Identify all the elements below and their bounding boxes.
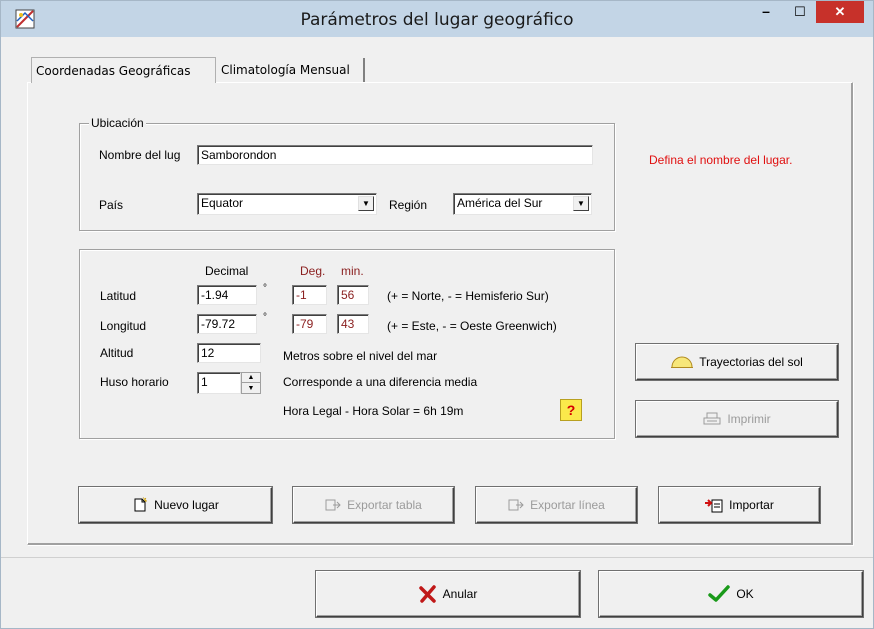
title-bar[interactable]: Parámetros del lugar geográfico – ☐ ✕ [1, 1, 873, 37]
printer-icon [703, 412, 721, 425]
imprimir-label: Imprimir [727, 412, 771, 426]
close-button[interactable]: ✕ [816, 1, 864, 23]
altitud-note: Metros sobre el nivel del mar [283, 349, 438, 363]
exportar-linea-button[interactable]: Exportar línea [476, 487, 637, 523]
altitud-input[interactable]: 12 [197, 343, 261, 363]
tab-label: Climatología Mensual [221, 63, 350, 77]
trayectorias-button[interactable]: Trayectorias del sol [636, 344, 838, 380]
checkmark-icon [708, 585, 731, 602]
hint-message: Defina el nombre del lugar. [649, 153, 793, 167]
latitud-decimal-input[interactable]: -1.94 [197, 285, 257, 305]
tab-label: Coordenadas Geográficas [36, 63, 191, 78]
imprimir-button[interactable]: Imprimir [636, 401, 838, 437]
longitud-label: Longitud [100, 319, 147, 333]
ok-button[interactable]: OK [599, 571, 863, 617]
degree-symbol: ° [263, 283, 267, 294]
longitud-deg-input[interactable]: -79 [292, 314, 327, 334]
window-title: Parámetros del lugar geográfico [300, 10, 574, 30]
spinner-up-icon[interactable]: ▲ [242, 373, 260, 383]
cancel-x-icon [418, 585, 436, 603]
decimal-header: Decimal [205, 264, 249, 278]
tab-climatologia[interactable]: Climatología Mensual [217, 58, 365, 82]
pais-value: Equator [201, 196, 244, 210]
importar-label: Importar [729, 498, 774, 512]
trayectorias-label: Trayectorias del sol [699, 355, 803, 369]
region-value: América del Sur [457, 196, 543, 210]
ok-label: OK [736, 587, 754, 601]
nombre-label: Nombre del lug [99, 148, 181, 162]
export-icon [508, 499, 524, 511]
minimize-icon: – [762, 3, 770, 19]
help-button[interactable]: ? [560, 399, 582, 421]
dialog-window: Parámetros del lugar geográfico – ☐ ✕ Co… [0, 0, 874, 629]
degree-symbol: ° [263, 312, 267, 323]
chevron-down-icon: ▼ [577, 199, 585, 208]
tab-coordenadas[interactable]: Coordenadas Geográficas [31, 57, 216, 83]
huso-spinner[interactable]: ▲ ▼ [241, 372, 261, 394]
latitud-note: (+ = Norte, - = Hemisferio Sur) [387, 289, 549, 303]
nuevo-lugar-label: Nuevo lugar [154, 498, 219, 512]
latitud-deg-input[interactable]: -1 [292, 285, 327, 305]
hora-legal-text: Hora Legal - Hora Solar = 6h 19m [283, 404, 464, 418]
longitud-min-input[interactable]: 43 [337, 314, 369, 334]
region-label: Región [389, 198, 428, 212]
deg-header: Deg. [300, 264, 326, 278]
exportar-tabla-label: Exportar tabla [347, 498, 422, 512]
longitud-note: (+ = Este, - = Oeste Greenwich) [387, 319, 557, 333]
anular-button[interactable]: Anular [316, 571, 580, 617]
help-icon: ? [566, 402, 576, 418]
import-icon [705, 499, 723, 513]
latitud-min-input[interactable]: 56 [337, 285, 369, 305]
separator [1, 557, 873, 558]
min-header: min. [341, 264, 364, 278]
exportar-linea-label: Exportar línea [530, 498, 605, 512]
chevron-down-icon: ▼ [362, 199, 370, 208]
latitud-label: Latitud [100, 289, 137, 303]
pais-label: País [99, 198, 124, 212]
region-select[interactable]: América del Sur ▼ [453, 193, 592, 215]
maximize-button[interactable]: ☐ [785, 1, 815, 23]
maximize-icon: ☐ [794, 4, 806, 19]
pais-select[interactable]: Equator ▼ [197, 193, 377, 215]
exportar-tabla-button[interactable]: Exportar tabla [293, 487, 454, 523]
sun-path-icon [671, 356, 694, 368]
minimize-button[interactable]: – [751, 1, 781, 23]
anular-label: Anular [442, 587, 478, 601]
close-icon: ✕ [834, 4, 846, 19]
ubicacion-group-label: Ubicación [89, 116, 146, 130]
huso-label: Huso horario [100, 375, 169, 389]
huso-note: Corresponde a una diferencia media [283, 375, 478, 389]
importar-button[interactable]: Importar [659, 487, 820, 523]
nuevo-lugar-button[interactable]: Nuevo lugar [79, 487, 272, 523]
region-dropdown-arrow[interactable]: ▼ [573, 196, 589, 211]
new-document-icon [134, 497, 148, 512]
altitud-label: Altitud [100, 346, 134, 360]
export-icon [325, 499, 341, 511]
longitud-decimal-input[interactable]: -79.72 [197, 314, 257, 334]
pais-dropdown-arrow[interactable]: ▼ [358, 196, 374, 211]
nombre-input[interactable]: Samborondon [197, 145, 593, 165]
spinner-down-icon[interactable]: ▼ [242, 383, 260, 393]
huso-input[interactable]: 1 [197, 372, 241, 394]
